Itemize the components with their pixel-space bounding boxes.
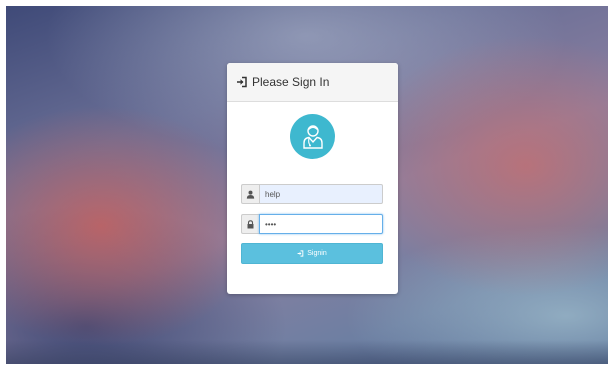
login-title: Please Sign In xyxy=(252,75,330,89)
login-panel-header: Please Sign In xyxy=(227,63,398,102)
login-panel: Please Sign In help •••• Signin xyxy=(227,63,398,294)
password-field-group xyxy=(241,214,383,234)
username-input[interactable] xyxy=(259,184,383,204)
lock-icon xyxy=(241,214,259,234)
signin-button[interactable]: Signin xyxy=(241,243,383,264)
username-field-group xyxy=(241,184,383,204)
signin-button-label: Signin xyxy=(307,250,327,257)
password-input[interactable] xyxy=(259,214,383,234)
doctor-avatar-icon xyxy=(290,114,335,159)
sign-in-icon xyxy=(236,76,248,88)
user-icon xyxy=(241,184,259,204)
avatar-container xyxy=(227,114,398,159)
sign-in-icon xyxy=(297,250,304,257)
